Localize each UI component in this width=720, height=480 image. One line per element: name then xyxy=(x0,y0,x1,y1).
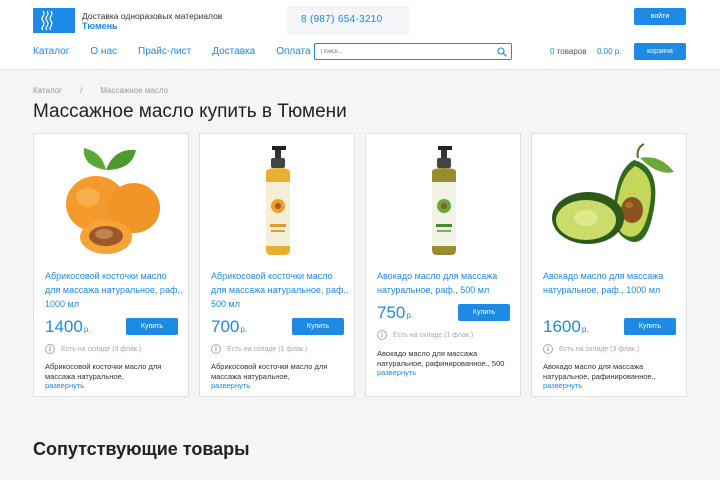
price-currency: р. xyxy=(406,311,414,320)
stock-text: Есть на складе (3 флак.) xyxy=(559,345,640,353)
product-name[interactable]: Авокадо масло для массажа натуральное, р… xyxy=(543,269,681,297)
cart-count: 0 товаров xyxy=(550,47,586,56)
page-title: Массажное масло купить в Тюмени xyxy=(33,101,347,122)
nav-item-payment[interactable]: Оплата xyxy=(276,46,310,60)
search-input[interactable] xyxy=(321,46,491,57)
product-description: Абрикосовой косточки масло для массажа н… xyxy=(211,362,328,381)
stock-status: i Есть на складе (3 флак.) xyxy=(45,344,141,354)
logo[interactable] xyxy=(33,8,75,33)
oil-bottle-image[interactable] xyxy=(214,142,342,260)
info-icon[interactable]: i xyxy=(45,344,55,354)
nav-item-about[interactable]: О нас xyxy=(90,46,117,60)
stock-status: i Есть на складе (1 флак.) xyxy=(377,330,473,340)
stock-text: Есть на складе (1 флак.) xyxy=(393,331,474,339)
price-value: 1400 xyxy=(45,317,83,336)
expand-link[interactable]: развернуть xyxy=(377,368,416,377)
price-value: 750 xyxy=(377,303,406,322)
price-currency: р. xyxy=(83,325,91,334)
stock-status: i Есть на складе (1 флак.) xyxy=(211,344,307,354)
search-icon[interactable] xyxy=(497,47,507,57)
brand-city[interactable]: Тюмень xyxy=(82,21,118,31)
oil-bottle-image[interactable] xyxy=(380,142,508,260)
cart-count-value: 0 xyxy=(550,47,555,56)
product-price: 750р. xyxy=(377,303,413,323)
product-card: Абрикосовой косточки масло для массажа н… xyxy=(33,133,189,397)
product-description: Авокадо масло для массажа натуральное, р… xyxy=(543,362,656,381)
site-header: Доставка одноразовых материалов Тюмень 8… xyxy=(0,0,720,70)
info-icon[interactable]: i xyxy=(211,344,221,354)
main-nav: Каталог О нас Прайс-лист Доставка Оплата xyxy=(33,46,332,60)
product-card: Абрикосовой косточки масло для массажа н… xyxy=(199,133,355,397)
product-description: Абрикосовой косточки масло для массажа н… xyxy=(45,362,162,381)
stock-status: i Есть на складе (3 флак.) xyxy=(543,344,639,354)
nav-item-price-list[interactable]: Прайс-лист xyxy=(138,46,191,60)
info-icon[interactable]: i xyxy=(543,344,553,354)
cart-count-label: товаров xyxy=(556,47,587,56)
expand-link[interactable]: развернуть xyxy=(543,381,582,390)
buy-button[interactable]: Купить xyxy=(458,304,510,321)
product-card: Авокадо масло для массажа натуральное, р… xyxy=(365,133,521,397)
product-name[interactable]: Авокадо масло для массажа натуральное, р… xyxy=(377,269,515,297)
price-value: 1600 xyxy=(543,317,581,336)
avocado-image[interactable] xyxy=(546,142,674,260)
expand-link[interactable]: развернуть xyxy=(211,381,250,390)
breadcrumb-separator: / xyxy=(80,86,83,95)
cart-sum: 0.00 р. xyxy=(597,47,622,56)
info-icon[interactable]: i xyxy=(377,330,387,340)
product-price: 1600р. xyxy=(543,317,589,337)
nav-item-delivery[interactable]: Доставка xyxy=(212,46,255,60)
product-name[interactable]: Абрикосовой косточки масло для массажа н… xyxy=(211,269,349,311)
expand-link[interactable]: развернуть xyxy=(45,381,84,390)
cart-button[interactable]: корзина xyxy=(634,43,686,60)
search-box xyxy=(314,43,512,60)
login-button[interactable]: войти xyxy=(634,8,686,25)
price-value: 700 xyxy=(211,317,240,336)
breadcrumb-current: Массажное масло xyxy=(100,86,169,95)
apricot-image[interactable] xyxy=(48,142,176,260)
buy-button[interactable]: Купить xyxy=(292,318,344,335)
stock-text: Есть на складе (3 флак.) xyxy=(61,345,142,353)
product-price: 700р. xyxy=(211,317,247,337)
phone-number[interactable]: 8 (987) 654-3210 xyxy=(301,14,383,25)
buy-button[interactable]: Купить xyxy=(624,318,676,335)
product-description: Авокадо масло для массажа натуральное, р… xyxy=(377,349,505,368)
phone-box: 8 (987) 654-3210 xyxy=(287,6,409,35)
brand-tagline: Доставка одноразовых материалов xyxy=(82,11,223,21)
product-card: Авокадо масло для массажа натуральное, р… xyxy=(531,133,687,397)
price-currency: р. xyxy=(240,325,248,334)
nav-item-catalog[interactable]: Каталог xyxy=(33,46,69,60)
buy-button[interactable]: Купить xyxy=(126,318,178,335)
breadcrumb-catalog[interactable]: Каталог xyxy=(33,86,62,95)
stock-text: Есть на складе (1 флак.) xyxy=(227,345,308,353)
logo-waves-icon xyxy=(41,10,53,31)
product-price: 1400р. xyxy=(45,317,91,337)
product-name[interactable]: Абрикосовой косточки масло для массажа н… xyxy=(45,269,183,311)
breadcrumb: Каталог / Массажное масло xyxy=(33,86,168,95)
related-products-title: Сопутствующие товары xyxy=(33,439,250,459)
price-currency: р. xyxy=(581,325,589,334)
